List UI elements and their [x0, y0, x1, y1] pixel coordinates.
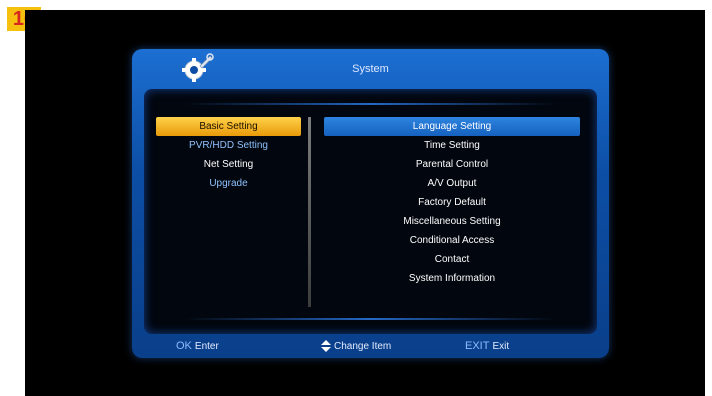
- menu-item-time-setting[interactable]: Time Setting: [324, 136, 580, 155]
- exit-label: Exit: [492, 340, 510, 352]
- window-title: System: [352, 63, 389, 75]
- window-header: System: [132, 49, 609, 89]
- category-basic-setting[interactable]: Basic Setting: [156, 117, 301, 136]
- menu-panel: Basic Setting PVR/HDD Setting Net Settin…: [144, 89, 597, 334]
- ok-key-label: OK: [176, 340, 192, 352]
- category-pvr-hdd-setting[interactable]: PVR/HDD Setting: [156, 136, 301, 155]
- change-item-hint: Change Item: [321, 340, 391, 352]
- menu-item-system-information[interactable]: System Information: [324, 269, 580, 288]
- menu-item-parental-control[interactable]: Parental Control: [324, 155, 580, 174]
- exit-hint: EXIT Exit: [465, 340, 509, 352]
- menu-item-language-setting[interactable]: Language Setting: [324, 117, 580, 136]
- category-upgrade[interactable]: Upgrade: [156, 174, 301, 193]
- menu-item-contact[interactable]: Contact: [324, 250, 580, 269]
- menu-item-av-output[interactable]: A/V Output: [324, 174, 580, 193]
- settings-menu: Language Setting Time Setting Parental C…: [324, 117, 580, 288]
- up-down-arrows-icon: [321, 340, 331, 352]
- ok-enter-hint: OK Enter: [176, 340, 219, 352]
- menu-item-miscellaneous-setting[interactable]: Miscellaneous Setting: [324, 212, 580, 231]
- menu-item-conditional-access[interactable]: Conditional Access: [324, 231, 580, 250]
- vertical-divider: [308, 117, 311, 307]
- category-menu: Basic Setting PVR/HDD Setting Net Settin…: [156, 117, 301, 193]
- help-bar: OK Enter Change Item EXIT Exit: [132, 336, 609, 358]
- category-net-setting[interactable]: Net Setting: [156, 155, 301, 174]
- exit-key-label: EXIT: [465, 340, 490, 352]
- bottom-divider-line: [184, 318, 557, 320]
- menu-item-factory-default[interactable]: Factory Default: [324, 193, 580, 212]
- enter-label: Enter: [194, 340, 219, 352]
- top-divider-line: [184, 103, 557, 105]
- change-item-label: Change Item: [334, 340, 392, 352]
- system-menu-window: System Basic Setting PVR/HDD Setting Net…: [132, 49, 609, 358]
